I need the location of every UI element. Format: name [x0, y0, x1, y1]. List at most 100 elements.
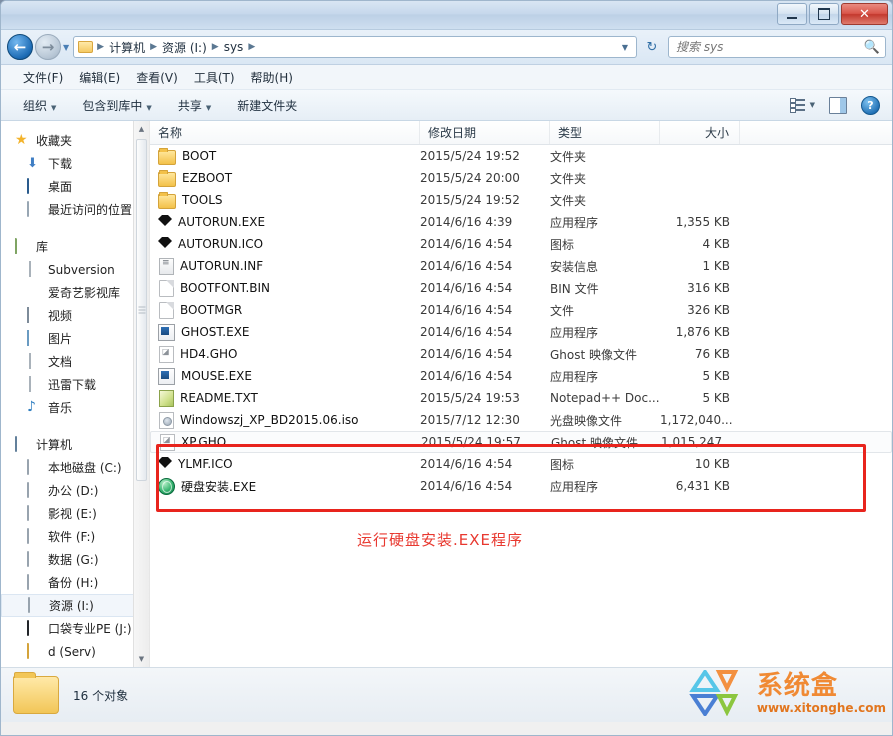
close-button[interactable]: ✕: [841, 3, 888, 25]
table-row[interactable]: XP.GHO2015/5/24 19:57Ghost 映像文件1,015,247…: [150, 431, 892, 453]
file-name-label: TOOLS: [182, 193, 223, 207]
table-row[interactable]: AUTORUN.ICO2014/6/16 4:54图标4 KB: [150, 233, 892, 255]
table-row[interactable]: AUTORUN.EXE2014/6/16 4:39应用程序1,355 KB: [150, 211, 892, 233]
recent-pages-icon[interactable]: ▼: [63, 43, 69, 52]
column-header-name[interactable]: 名称: [150, 121, 420, 144]
status-bar: 16 个对象 系统盒 www.xitonghe.com: [1, 667, 892, 722]
sidebar-item-drive-d[interactable]: 办公 (D:): [1, 479, 149, 502]
file-size-cell: 1,015,247...: [661, 435, 741, 449]
table-row[interactable]: 硬盘安装.EXE2014/6/16 4:54应用程序6,431 KB: [150, 475, 892, 497]
file-size-cell: 5 KB: [660, 369, 740, 383]
sidebar-item-recent-places[interactable]: 最近访问的位置: [1, 198, 149, 221]
ghost-image-icon: [159, 346, 174, 363]
drive-icon: [28, 598, 44, 613]
sidebar-item-drive-e[interactable]: 影视 (E:): [1, 502, 149, 525]
sidebar-item-thunder-download[interactable]: 迅雷下载: [1, 373, 149, 396]
sidebar-item-network-d[interactable]: d (Serv): [1, 640, 149, 663]
view-options-icon[interactable]: [790, 98, 806, 112]
forward-button[interactable]: →: [35, 34, 61, 60]
sidebar-item-drive-c[interactable]: 本地磁盘 (C:): [1, 456, 149, 479]
sidebar-item-drive-i[interactable]: 资源 (I:): [1, 594, 149, 617]
chevron-down-icon[interactable]: ▼: [618, 43, 632, 52]
file-date-cell: 2014/6/16 4:54: [420, 303, 550, 317]
breadcrumb-item-computer[interactable]: 计算机: [106, 38, 148, 57]
sidebar-item-drive-h[interactable]: 备份 (H:): [1, 571, 149, 594]
watermark-url: www.xitonghe.com: [757, 702, 886, 714]
scrollbar-thumb[interactable]: [136, 139, 147, 481]
table-row[interactable]: README.TXT2015/5/24 19:53Notepad++ Doc..…: [150, 387, 892, 409]
menu-edit[interactable]: 编辑(E): [79, 69, 120, 86]
file-type-cell: Notepad++ Doc...: [550, 391, 660, 405]
nav-group-libraries[interactable]: 库: [1, 235, 149, 258]
table-row[interactable]: TOOLS2015/5/24 19:52文件夹: [150, 189, 892, 211]
share-label: 共享: [178, 99, 202, 113]
help-icon[interactable]: ?: [861, 96, 880, 115]
sidebar-item-documents[interactable]: 文档: [1, 350, 149, 373]
sidebar-item-drive-f[interactable]: 软件 (F:): [1, 525, 149, 548]
maximize-button[interactable]: [809, 3, 839, 25]
sidebar-item-drive-j[interactable]: 口袋专业PE (J:): [1, 617, 149, 640]
table-row[interactable]: BOOTFONT.BIN2014/6/16 4:54BIN 文件316 KB: [150, 277, 892, 299]
sidebar-item-subversion[interactable]: Subversion: [1, 258, 149, 281]
star-icon: ★: [15, 133, 31, 148]
diamond-app-icon: [158, 219, 172, 226]
menu-view[interactable]: 查看(V): [136, 69, 178, 86]
table-row[interactable]: BOOTMGR2014/6/16 4:54文件326 KB: [150, 299, 892, 321]
scroll-down-arrow-icon[interactable]: ▼: [134, 651, 149, 667]
generic-file-icon: [159, 302, 174, 319]
address-input[interactable]: ▶ 计算机 ▶ 资源 (I:) ▶ sys ▶ ▼: [73, 36, 637, 58]
column-header-type[interactable]: 类型: [550, 121, 660, 144]
organize-button[interactable]: 组织▼: [23, 97, 56, 114]
sidebar-item-desktop[interactable]: 桌面: [1, 175, 149, 198]
title-bar: ✕: [1, 1, 892, 30]
include-in-library-button[interactable]: 包含到库中▼: [82, 97, 151, 114]
table-row[interactable]: BOOT2015/5/24 19:52文件夹: [150, 145, 892, 167]
sidebar-scrollbar[interactable]: ▲ ▼: [133, 121, 149, 667]
table-row[interactable]: AUTORUN.INF2014/6/16 4:54安装信息1 KB: [150, 255, 892, 277]
chevron-down-icon: ▼: [51, 104, 56, 112]
table-row[interactable]: YLMF.ICO2014/6/16 4:54图标10 KB: [150, 453, 892, 475]
refresh-icon[interactable]: ↻: [641, 36, 663, 58]
sidebar-item-videos[interactable]: 视频: [1, 304, 149, 327]
thunder-download-icon: [27, 377, 43, 392]
breadcrumb-item-sys[interactable]: sys: [221, 39, 247, 55]
file-name-cell: 硬盘安装.EXE: [150, 478, 420, 495]
sidebar-item-label: d (Serv): [48, 645, 96, 659]
file-name-cell: AUTORUN.EXE: [150, 215, 420, 229]
file-name-cell: Windowszj_XP_BD2015.06.iso: [150, 412, 420, 429]
table-row[interactable]: GHOST.EXE2014/6/16 4:54应用程序1,876 KB: [150, 321, 892, 343]
new-folder-button[interactable]: 新建文件夹: [237, 97, 297, 114]
folder-icon: [78, 41, 93, 53]
sidebar-item-downloads[interactable]: ⬇ 下载: [1, 152, 149, 175]
preview-pane-icon[interactable]: [829, 97, 847, 114]
sidebar-item-drive-g[interactable]: 数据 (G:): [1, 548, 149, 571]
file-name-label: BOOTMGR: [180, 303, 242, 317]
sidebar-item-music[interactable]: ♪ 音乐: [1, 396, 149, 419]
sidebar-item-iqiyi[interactable]: 爱奇艺影视库: [1, 281, 149, 304]
table-row[interactable]: MOUSE.EXE2014/6/16 4:54应用程序5 KB: [150, 365, 892, 387]
table-row[interactable]: HD4.GHO2014/6/16 4:54Ghost 映像文件76 KB: [150, 343, 892, 365]
sidebar-item-label: 下载: [48, 155, 72, 172]
file-date-cell: 2014/6/16 4:54: [420, 457, 550, 471]
menu-file[interactable]: 文件(F): [23, 69, 63, 86]
scroll-up-arrow-icon[interactable]: ▲: [134, 121, 149, 137]
file-type-cell: 应用程序: [550, 368, 660, 385]
table-row[interactable]: Windowszj_XP_BD2015.06.iso2015/7/12 12:3…: [150, 409, 892, 431]
library-icon: [15, 239, 31, 254]
column-header-size[interactable]: 大小: [660, 121, 740, 144]
table-row[interactable]: EZBOOT2015/5/24 20:00文件夹: [150, 167, 892, 189]
column-header-date[interactable]: 修改日期: [420, 121, 550, 144]
search-box[interactable]: 🔍: [668, 36, 886, 58]
nav-group-computer[interactable]: 计算机: [1, 433, 149, 456]
file-name-cell: AUTORUN.INF: [150, 258, 420, 275]
sidebar-item-pictures[interactable]: 图片: [1, 327, 149, 350]
search-input[interactable]: [674, 39, 864, 55]
back-button[interactable]: ←: [7, 34, 33, 60]
menu-help[interactable]: 帮助(H): [251, 69, 293, 86]
menu-tools[interactable]: 工具(T): [194, 69, 235, 86]
share-button[interactable]: 共享▼: [178, 97, 211, 114]
minimize-button[interactable]: [777, 3, 807, 25]
breadcrumb-item-drive[interactable]: 资源 (I:): [159, 38, 210, 57]
nav-group-favorites[interactable]: ★ 收藏夹: [1, 129, 149, 152]
chevron-down-icon[interactable]: ▼: [810, 101, 815, 109]
